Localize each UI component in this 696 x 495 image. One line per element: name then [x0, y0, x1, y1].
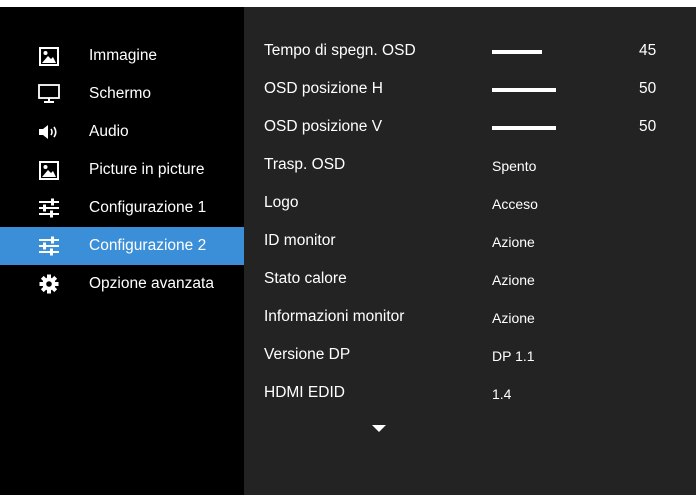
setting-row-trasp-osd[interactable]: Trasp. OSD Spento: [244, 147, 696, 185]
sliders-icon: [38, 198, 60, 218]
setting-row-hdmi-edid[interactable]: HDMI EDID 1.4: [244, 375, 696, 413]
setting-value: DP 1.1: [492, 348, 535, 364]
setting-label: Trasp. OSD: [264, 156, 346, 173]
setting-value: Azione: [492, 234, 535, 250]
slider-bar[interactable]: [492, 126, 556, 130]
sidebar-item-audio[interactable]: Audio: [0, 113, 244, 151]
sidebar-item-schermo[interactable]: Schermo: [0, 75, 244, 113]
sidebar: Immagine Schermo Audio Picture in pictur…: [0, 7, 244, 495]
setting-label: Versione DP: [264, 346, 351, 363]
setting-row-osd-posizione-h[interactable]: OSD posizione H 50: [244, 71, 696, 109]
setting-label: Informazioni monitor: [264, 308, 405, 325]
picture-icon: [38, 160, 60, 180]
settings-panel: Tempo di spegn. OSD 45 OSD posizione H 5…: [244, 7, 696, 495]
speaker-icon: [38, 122, 60, 142]
setting-value: Azione: [492, 310, 535, 326]
setting-label: OSD posizione H: [264, 80, 383, 97]
setting-value: 50: [639, 80, 657, 97]
sidebar-item-label: Opzione avanzata: [89, 275, 214, 292]
setting-label: Logo: [264, 194, 299, 211]
setting-row-id-monitor[interactable]: ID monitor Azione: [244, 223, 696, 261]
sidebar-menu: Immagine Schermo Audio Picture in pictur…: [0, 37, 244, 303]
sidebar-item-label: Configurazione 1: [89, 199, 207, 216]
top-strip: [0, 0, 696, 7]
setting-value: Acceso: [492, 196, 538, 212]
sidebar-item-configurazione-2[interactable]: Configurazione 2: [0, 227, 244, 265]
setting-row-tempo-spegn-osd[interactable]: Tempo di spegn. OSD 45: [244, 33, 696, 71]
setting-row-logo[interactable]: Logo Acceso: [244, 185, 696, 223]
picture-icon: [38, 46, 60, 66]
gear-icon: [38, 274, 60, 294]
sidebar-item-label: Picture in picture: [89, 161, 205, 178]
sidebar-item-opzione-avanzata[interactable]: Opzione avanzata: [0, 265, 244, 303]
setting-value: 45: [639, 42, 657, 59]
setting-value: Spento: [492, 158, 537, 174]
sliders-icon: [38, 236, 60, 256]
sidebar-item-immagine[interactable]: Immagine: [0, 37, 244, 75]
setting-label: Tempo di spegn. OSD: [264, 42, 416, 59]
sidebar-item-label: Configurazione 2: [89, 237, 207, 254]
sidebar-item-picture-in-picture[interactable]: Picture in picture: [0, 151, 244, 189]
sidebar-item-label: Immagine: [89, 47, 158, 64]
setting-label: Stato calore: [264, 270, 347, 287]
setting-row-osd-posizione-v[interactable]: OSD posizione V 50: [244, 109, 696, 147]
setting-label: OSD posizione V: [264, 118, 383, 135]
sidebar-item-label: Schermo: [89, 85, 152, 102]
setting-row-informazioni-monitor[interactable]: Informazioni monitor Azione: [244, 299, 696, 337]
setting-label: ID monitor: [264, 232, 336, 249]
setting-row-versione-dp[interactable]: Versione DP DP 1.1: [244, 337, 696, 375]
sidebar-item-configurazione-1[interactable]: Configurazione 1: [0, 189, 244, 227]
sidebar-item-label: Audio: [89, 123, 129, 140]
setting-value: Azione: [492, 272, 535, 288]
setting-label: HDMI EDID: [264, 384, 345, 401]
setting-value: 50: [639, 118, 657, 135]
chevron-down-icon[interactable]: [372, 425, 386, 432]
slider-bar[interactable]: [492, 50, 542, 54]
slider-bar[interactable]: [492, 88, 556, 92]
monitor-icon: [38, 84, 60, 104]
setting-row-stato-calore[interactable]: Stato calore Azione: [244, 261, 696, 299]
setting-value: 1.4: [492, 386, 512, 402]
